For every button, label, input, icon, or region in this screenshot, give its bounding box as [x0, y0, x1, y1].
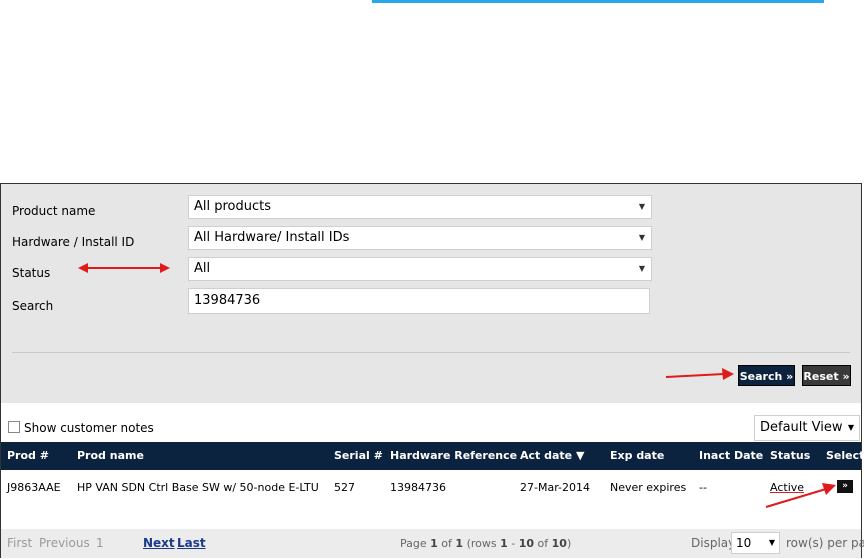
rows-start: 1: [500, 537, 508, 550]
page-total: 1: [455, 537, 464, 550]
filter-divider: [12, 352, 850, 353]
search-label: Search: [12, 299, 54, 313]
next-page-link[interactable]: Next: [143, 529, 175, 558]
cell-hardware-ref: 13984736: [390, 481, 446, 494]
current-page-number: 1: [96, 536, 104, 550]
product-name-value: All products: [194, 199, 272, 214]
hardware-id-value: All Hardware/ Install IDs: [194, 230, 350, 245]
reset-button[interactable]: Reset »: [802, 365, 851, 386]
last-page-link[interactable]: Last: [177, 529, 206, 558]
col-act-date[interactable]: Act date ▼: [520, 442, 584, 470]
col-inact-date[interactable]: Inact Date: [699, 442, 763, 470]
table-row: J9863AAE HP VAN SDN Ctrl Base SW w/ 50-n…: [1, 470, 861, 515]
status-select[interactable]: All ▼: [188, 257, 652, 281]
col-hardware-ref[interactable]: Hardware Reference: [390, 442, 517, 470]
rows-per-page-select[interactable]: 10 ▼: [731, 532, 780, 554]
cell-serial: 527: [334, 481, 355, 494]
rows-total: 10: [551, 537, 567, 550]
view-value: Default View: [760, 420, 843, 435]
cell-inact-date: --: [699, 481, 707, 494]
chevron-down-icon: ▼: [768, 538, 775, 547]
table-header: Prod # Prod name Serial # Hardware Refer…: [1, 442, 864, 470]
page-info: Page 1 of 1 (rows 1 - 10 of 10): [400, 529, 571, 558]
rows-dash: -: [511, 537, 516, 550]
rows-word: (rows: [466, 537, 497, 550]
product-name-label: Product name: [12, 204, 96, 218]
col-status[interactable]: Status: [770, 442, 810, 470]
pagination-bar: First Previous 1 Next Last Page 1 of 1 (…: [1, 529, 864, 558]
cell-act-date: 27-Mar-2014: [520, 481, 590, 494]
arrow-to-select-annotation: [765, 483, 836, 508]
show-notes-label: Show customer notes: [24, 421, 154, 435]
view-select[interactable]: Default View ▼: [754, 415, 860, 441]
cell-prod-name: HP VAN SDN Ctrl Base SW w/ 50-node E-LTU: [77, 481, 319, 494]
status-value: All: [194, 261, 211, 276]
hardware-id-select[interactable]: All Hardware/ Install IDs ▼: [188, 226, 652, 250]
col-prod-num[interactable]: Prod #: [7, 442, 49, 470]
first-page-link[interactable]: First: [7, 529, 32, 558]
page-word: Page: [400, 537, 427, 550]
col-prod-name[interactable]: Prod name: [77, 442, 144, 470]
of-word: of: [441, 537, 452, 550]
col-select: Select: [826, 449, 864, 462]
rows-of-word: of: [537, 537, 549, 550]
chevron-down-icon: ▼: [638, 233, 645, 242]
display-label: Display: [691, 536, 736, 550]
per-page-label: row(s) per page: [786, 536, 864, 550]
col-serial[interactable]: Serial #: [334, 442, 383, 470]
product-name-select[interactable]: All products ▼: [188, 195, 652, 219]
rows-end: 10: [518, 537, 535, 550]
cell-prod-num: J9863AAE: [7, 481, 61, 494]
status-label: Status: [12, 266, 51, 280]
chevron-down-icon: ▼: [638, 264, 645, 273]
double-arrow-annotation: [78, 263, 170, 273]
previous-page-link[interactable]: Previous: [39, 529, 90, 558]
hardware-id-label: Hardware / Install ID: [12, 235, 135, 249]
rows-close: ): [566, 537, 572, 550]
col-exp-date[interactable]: Exp date: [610, 442, 664, 470]
show-notes-checkbox[interactable]: [8, 421, 20, 433]
chevron-down-icon: ▼: [847, 423, 854, 432]
chevron-down-icon: ▼: [638, 202, 645, 211]
arrow-to-search-annotation: [665, 368, 734, 380]
search-input[interactable]: 13984736: [188, 288, 650, 314]
cell-exp-date: Never expires: [610, 481, 687, 494]
top-accent-rule: [372, 0, 824, 3]
rows-per-page-value: 10: [736, 536, 752, 550]
search-button[interactable]: Search »: [738, 365, 795, 386]
page-current: 1: [430, 537, 438, 550]
